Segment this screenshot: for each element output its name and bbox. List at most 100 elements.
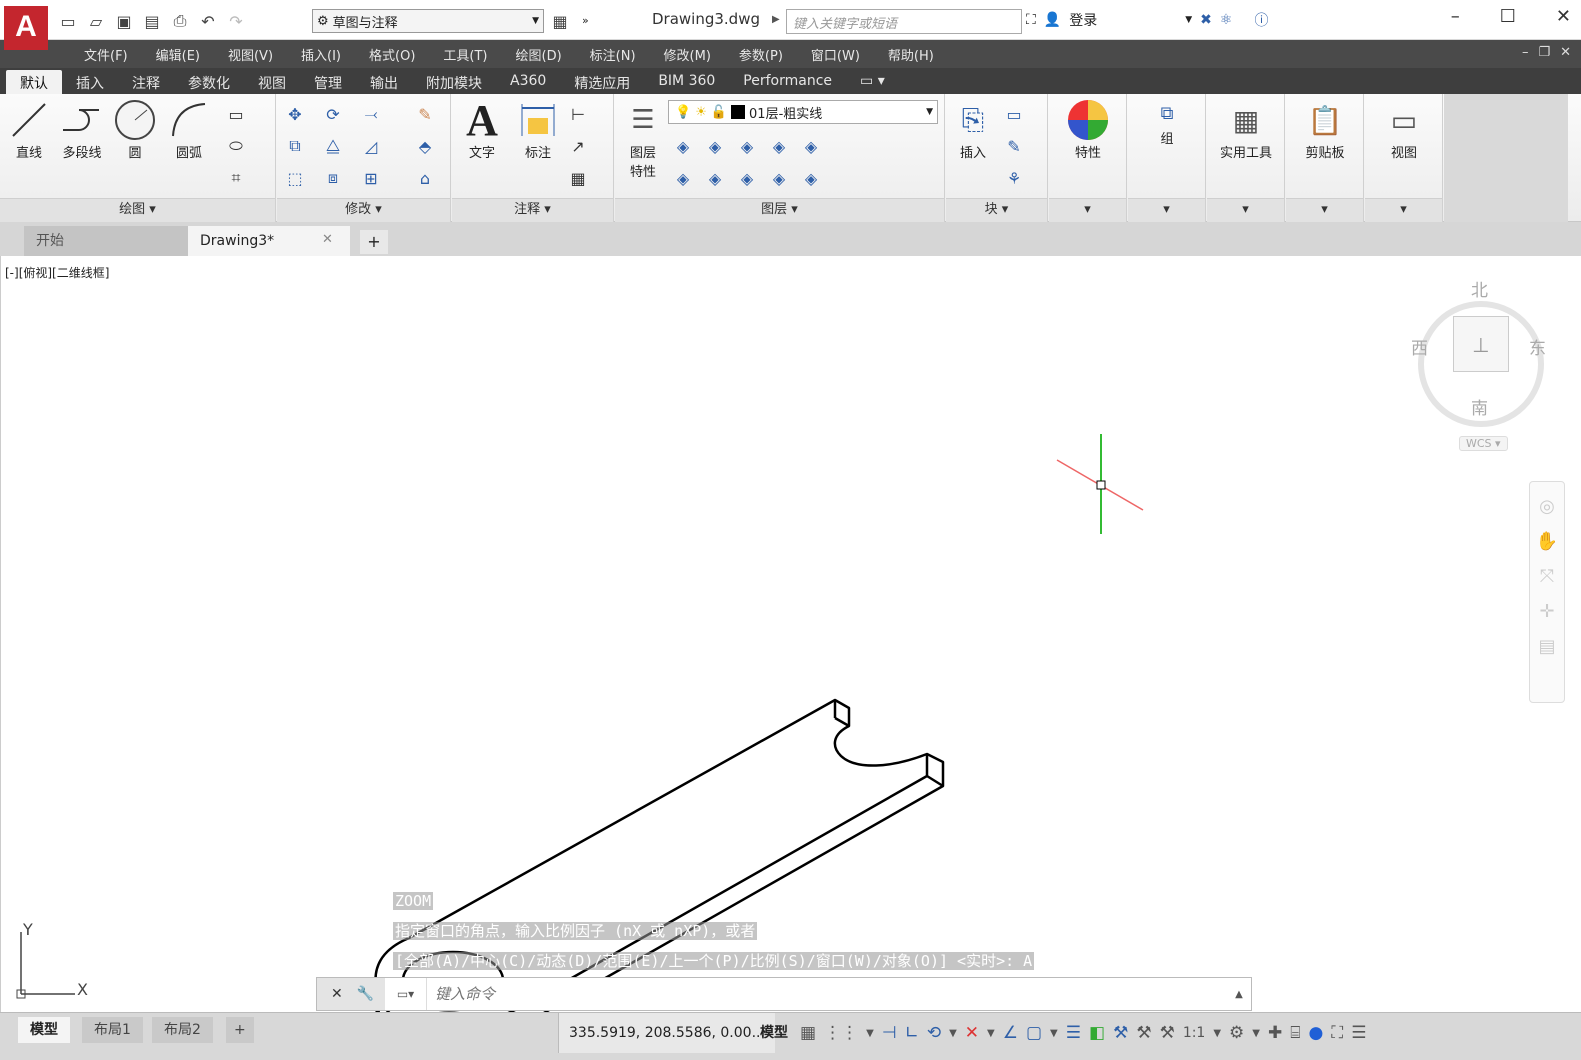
ortho-icon[interactable]: ∟ <box>905 1023 919 1043</box>
pan-icon[interactable]: ✋ <box>1536 531 1558 552</box>
coordinates-readout[interactable]: 335.5919, 208.5586, 0.00... <box>558 1013 775 1053</box>
menu-view[interactable]: 视图(V) <box>214 45 287 64</box>
block-panel-title[interactable]: 块 ▾ <box>946 198 1047 222</box>
maximize-icon[interactable]: ☐ <box>1500 6 1516 27</box>
print-icon[interactable]: ⎙ <box>168 10 192 32</box>
layer-tool-icon[interactable]: ◈ <box>799 134 823 158</box>
fillet-icon[interactable]: ◿ <box>359 134 383 158</box>
viewcube-face-top[interactable]: ⊥ <box>1453 316 1509 372</box>
application-menu-button[interactable]: A <box>4 6 48 50</box>
stretch-icon[interactable]: ⬚ <box>283 166 307 190</box>
layout-tab-model[interactable]: 模型 <box>18 1017 70 1043</box>
viewcube-west[interactable]: 西 <box>1411 334 1428 359</box>
chevron-down-icon[interactable]: ▼ <box>987 1028 995 1039</box>
line-button[interactable]: 直线 <box>6 98 52 161</box>
tab-insert[interactable]: 插入 <box>62 70 118 94</box>
arc-button[interactable]: 圆弧 <box>166 98 212 161</box>
orbit-icon[interactable]: ✛ <box>1539 601 1554 622</box>
osnap-icon[interactable]: ▢ <box>1026 1023 1042 1043</box>
insert-block-button[interactable]: ⎘ 插入 <box>950 98 996 161</box>
command-input[interactable] <box>427 979 1227 1009</box>
tab-default[interactable]: 默认 <box>6 70 62 94</box>
new-icon[interactable]: ▭ <box>56 10 80 32</box>
search-input[interactable]: 键入关键字或短语 <box>786 9 1022 34</box>
group-expand[interactable]: ▾ <box>1128 198 1205 222</box>
create-block-icon[interactable]: ▭ <box>1002 102 1026 126</box>
isodraft-icon[interactable]: ✕ <box>965 1023 979 1043</box>
close-icon[interactable]: ✕ <box>322 232 333 247</box>
edit-block-icon[interactable]: ✎ <box>1002 134 1026 158</box>
linear-dim-icon[interactable]: ⊢ <box>566 102 590 126</box>
viewcube-east[interactable]: 东 <box>1529 334 1546 359</box>
explode-icon[interactable]: ⬘ <box>413 134 437 158</box>
wcs-dropdown[interactable]: WCS ▾ <box>1459 436 1508 451</box>
draw-panel-title[interactable]: 绘图 ▾ <box>0 198 275 222</box>
snap-icon[interactable]: ⋮⋮ <box>824 1023 858 1043</box>
layer-tool-icon[interactable]: ◈ <box>767 166 791 190</box>
ellipse-icon[interactable]: ⬭ <box>224 134 248 158</box>
layer-tool-icon[interactable]: ◈ <box>671 134 695 158</box>
close-icon[interactable]: ✕ <box>1556 6 1571 27</box>
tab-parametric[interactable]: 参数化 <box>174 70 244 94</box>
zoom-extents-icon[interactable]: ⤧ <box>1540 566 1554 587</box>
redo-icon[interactable]: ↷ <box>224 10 248 32</box>
menu-dimension[interactable]: 标注(N) <box>576 45 650 64</box>
tab-featured-apps[interactable]: 精选应用 <box>560 70 644 94</box>
rectangle-icon[interactable]: ▭ <box>224 102 248 126</box>
chevron-down-icon[interactable]: ▼ <box>1185 15 1192 25</box>
model-space-toggle[interactable]: 模型 <box>760 1013 788 1053</box>
offset-icon[interactable]: ⌂ <box>413 166 437 190</box>
layer-tool-icon[interactable]: ◈ <box>735 134 759 158</box>
menu-edit[interactable]: 编辑(E) <box>142 45 214 64</box>
minimize-icon[interactable]: – <box>1522 45 1529 60</box>
trim-icon[interactable]: ⤙ <box>359 102 383 126</box>
menu-draw[interactable]: 绘图(D) <box>502 45 576 64</box>
layer-tool-icon[interactable]: ◈ <box>799 166 823 190</box>
rotate-icon[interactable]: ⟳ <box>321 102 345 126</box>
transparency-icon[interactable]: ◧ <box>1089 1023 1105 1043</box>
utilities-button[interactable]: ▦ 实用工具 <box>1209 98 1283 162</box>
chevron-down-icon[interactable]: ▼ <box>1252 1028 1260 1039</box>
wrench-icon[interactable]: 🔧 <box>357 986 374 1002</box>
layer-tool-icon[interactable]: ◈ <box>767 134 791 158</box>
polyline-button[interactable]: 多段线 <box>56 98 108 161</box>
a360-icon[interactable]: ⚛ <box>1220 12 1233 28</box>
table-icon[interactable]: ▦ <box>566 166 590 190</box>
group-button[interactable]: ⧉ 组 <box>1142 98 1192 148</box>
copy-icon[interactable]: ⧉ <box>283 134 307 158</box>
osnap-track-icon[interactable]: ∠ <box>1003 1023 1018 1043</box>
array-icon[interactable]: ⊞ <box>359 166 383 190</box>
text-button[interactable]: A 文字 <box>458 96 506 162</box>
properties-button[interactable]: 特性 <box>1059 98 1117 161</box>
chevron-down-icon[interactable]: ▼ <box>949 1028 957 1039</box>
new-tab-button[interactable]: + <box>360 230 388 254</box>
ribbon-toggle-icon[interactable]: ▭ ▾ <box>846 70 899 94</box>
properties-expand[interactable]: ▾ <box>1049 198 1126 222</box>
scale-icon[interactable]: ⧈ <box>321 166 345 190</box>
binoculars-icon[interactable]: ⛶ <box>1026 12 1036 28</box>
viewcube-south[interactable]: 南 <box>1471 394 1488 419</box>
steering-wheel-icon[interactable]: ◎ <box>1539 496 1555 517</box>
tab-bim360[interactable]: BIM 360 <box>644 70 729 94</box>
gear-icon[interactable]: ⚙ <box>1229 1023 1244 1043</box>
polar-icon[interactable]: ⟲ <box>927 1023 941 1043</box>
erase-icon[interactable]: ✎ <box>413 102 437 126</box>
fullscreen-icon[interactable]: ⛶ <box>1331 1023 1343 1043</box>
modify-panel-title[interactable]: 修改 ▾ <box>277 198 450 222</box>
minimize-icon[interactable]: – <box>1451 6 1460 27</box>
circle-button[interactable]: 圆 <box>112 98 158 161</box>
layer-tool-icon[interactable]: ◈ <box>671 166 695 190</box>
view-button[interactable]: ▭ 视图 <box>1375 98 1433 162</box>
menu-modify[interactable]: 修改(M) <box>650 45 725 64</box>
isolate-icon[interactable]: ⌸ <box>1290 1023 1300 1043</box>
layer-tool-icon[interactable]: ◈ <box>703 134 727 158</box>
close-icon[interactable]: ✕ <box>331 986 343 1002</box>
more-icon[interactable]: » <box>582 14 589 27</box>
plus-icon[interactable]: ✚ <box>1268 1023 1282 1043</box>
customize-icon[interactable]: ▦ <box>548 10 572 32</box>
layer-tool-icon[interactable]: ◈ <box>735 166 759 190</box>
tab-performance[interactable]: Performance <box>729 70 846 94</box>
menu-insert[interactable]: 插入(I) <box>287 45 355 64</box>
chevron-down-icon[interactable]: ▼ <box>1050 1028 1058 1039</box>
clipboard-button[interactable]: 📋 剪贴板 <box>1290 98 1360 162</box>
